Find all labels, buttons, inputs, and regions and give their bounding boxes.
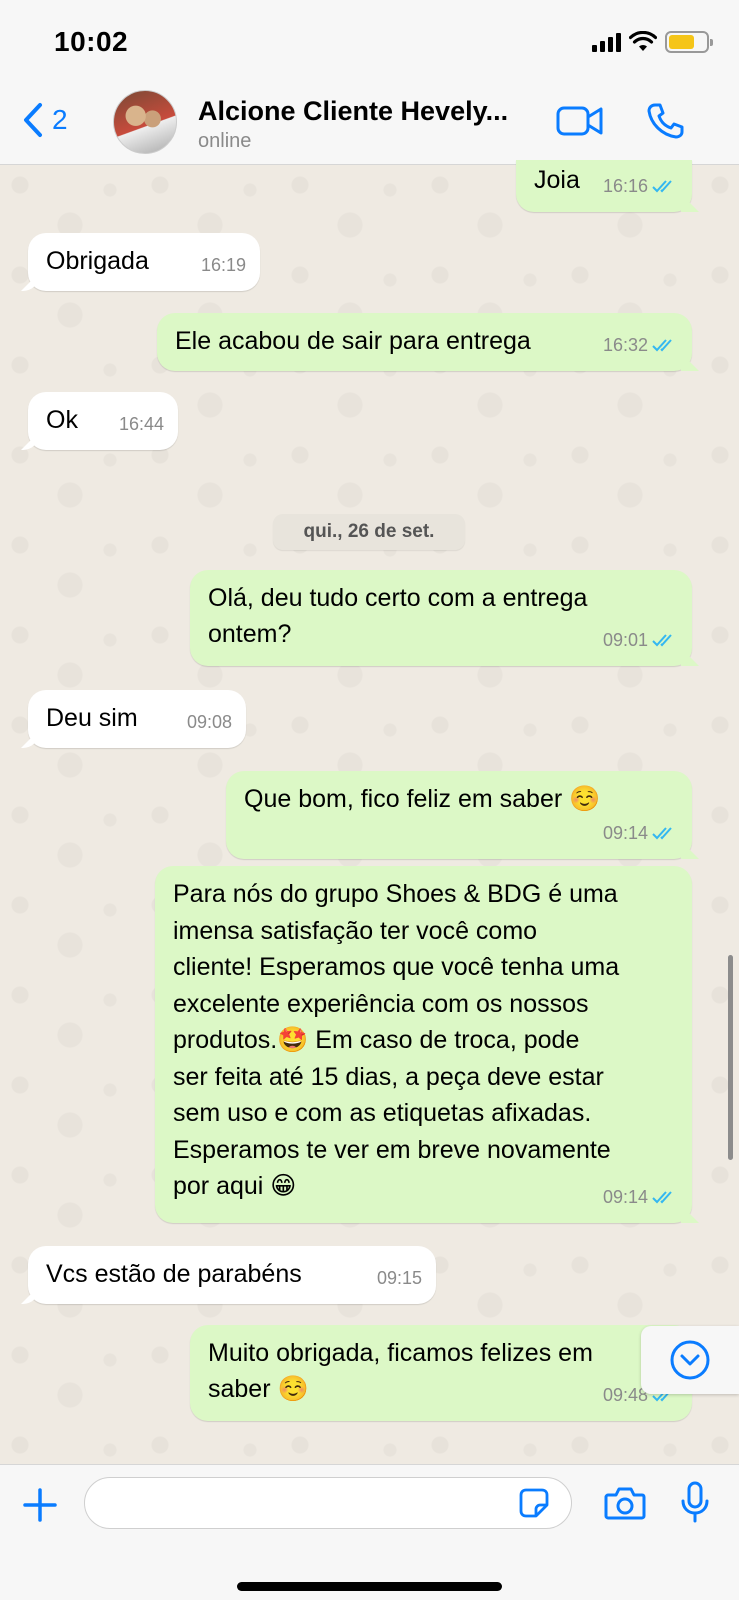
message-text: Obrigada <box>46 247 149 275</box>
message-time: 16:32 <box>602 335 648 355</box>
contact-name[interactable]: Alcione Cliente Hevely... <box>198 96 528 127</box>
message-text-line: imensa satisfação ter você como <box>173 916 538 945</box>
video-call-icon[interactable] <box>556 104 604 138</box>
message-text: Deu sim <box>46 704 138 732</box>
read-ticks-icon <box>652 339 672 352</box>
message-text-line: por aqui 😁 <box>173 1172 297 1200</box>
scroll-indicator[interactable] <box>728 955 733 1160</box>
message-text: Que bom, fico feliz em saber ☺️ <box>244 785 601 813</box>
microphone-icon[interactable] <box>680 1481 710 1523</box>
message-bubble-incoming[interactable]: Vcs estão de parabéns 09:15 <box>28 1246 436 1304</box>
message-time: 16:19 <box>200 255 246 275</box>
message-time: 16:44 <box>118 414 164 434</box>
message-meta: 09:14 <box>603 815 678 851</box>
message-bubble-outgoing[interactable]: Ele acabou de sair para entrega 16:32 <box>157 313 692 371</box>
message-bubble-outgoing[interactable]: Joia 16:16 <box>516 160 692 212</box>
message-text-line: Para nós do grupo Shoes & BDG é uma <box>173 880 618 908</box>
sticker-icon[interactable] <box>518 1487 550 1519</box>
message-text-line: ser feita até 15 dias, a peça deve estar <box>173 1062 604 1091</box>
message-text-line: excelente experiência com os nossos <box>173 989 589 1018</box>
message-meta: 16:16 <box>603 168 678 204</box>
message-bubble-outgoing[interactable]: Que bom, fico feliz em saber ☺️ 09:14 <box>226 771 692 859</box>
chat-header: 2 Alcione Cliente Hevely... online <box>0 80 739 165</box>
camera-icon[interactable] <box>604 1485 646 1521</box>
message-text-line: produtos.🤩 Em caso de troca, pode <box>173 1026 580 1054</box>
message-text: Ok <box>46 406 78 434</box>
contact-status: online <box>198 130 252 152</box>
message-input[interactable] <box>84 1477 572 1529</box>
message-text-line: Olá, deu tudo certo com a entrega <box>208 584 588 612</box>
avatar[interactable] <box>113 90 177 154</box>
message-time: 09:15 <box>376 1268 422 1288</box>
message-meta: 09:15 <box>377 1260 422 1296</box>
message-bubble-incoming[interactable]: Obrigada 16:19 <box>28 233 260 291</box>
message-text-line: sem uso e com as etiquetas afixadas. <box>173 1099 592 1127</box>
date-separator: qui., 26 de set. <box>273 514 465 550</box>
plus-icon[interactable] <box>22 1487 58 1523</box>
home-indicator <box>237 1582 502 1591</box>
message-bubble-outgoing[interactable]: Olá, deu tudo certo com a entrega ontem?… <box>190 570 692 666</box>
message-time: 09:08 <box>186 712 232 732</box>
chevron-left-icon <box>24 103 42 137</box>
message-time: 09:14 <box>602 823 648 843</box>
message-text-line: cliente! Esperamos que você tenha uma <box>173 953 620 981</box>
message-bubble-outgoing[interactable]: Para nós do grupo Shoes & BDG é uma imen… <box>155 866 692 1223</box>
message-meta: 09:08 <box>187 704 232 740</box>
message-meta: 16:32 <box>603 327 678 363</box>
message-time: 09:01 <box>602 630 648 650</box>
message-meta: 16:19 <box>201 247 246 283</box>
message-time: 09:14 <box>602 1186 648 1207</box>
message-meta: 16:44 <box>119 406 164 442</box>
back-button[interactable]: 2 <box>22 102 68 138</box>
scroll-to-bottom-button[interactable] <box>641 1326 739 1394</box>
wifi-icon <box>629 31 657 51</box>
chevron-down-circle-icon <box>670 1340 710 1380</box>
phone-call-icon[interactable] <box>646 102 684 140</box>
message-bubble-incoming[interactable]: Ok 16:44 <box>28 392 178 450</box>
message-meta: 09:01 <box>603 622 678 658</box>
battery-icon <box>665 31 713 53</box>
message-text-line: Esperamos te ver em breve novamente <box>173 1135 611 1164</box>
unread-count: 2 <box>52 104 68 135</box>
message-bubble-outgoing[interactable]: Muito obrigada, ficamos felizes em saber… <box>190 1325 692 1421</box>
message-text-line: Muito obrigada, ficamos felizes em <box>208 1339 593 1367</box>
read-ticks-icon <box>652 180 672 193</box>
message-time: 16:16 <box>602 176 648 196</box>
message-meta: 09:14 <box>603 1179 678 1216</box>
read-ticks-icon <box>652 634 672 647</box>
message-bubble-incoming[interactable]: Deu sim 09:08 <box>28 690 246 748</box>
read-ticks-icon <box>652 827 672 840</box>
message-text: Ele acabou de sair para entrega <box>175 327 531 355</box>
signal-icon <box>592 32 621 52</box>
composer-bar <box>0 1464 739 1600</box>
status-icons <box>592 30 713 54</box>
message-text: Vcs estão de parabéns <box>46 1260 302 1288</box>
message-text: Joia <box>534 166 580 194</box>
status-time: 10:02 <box>54 26 129 57</box>
status-bar: 10:02 <box>0 0 739 80</box>
read-ticks-icon <box>652 1191 672 1204</box>
